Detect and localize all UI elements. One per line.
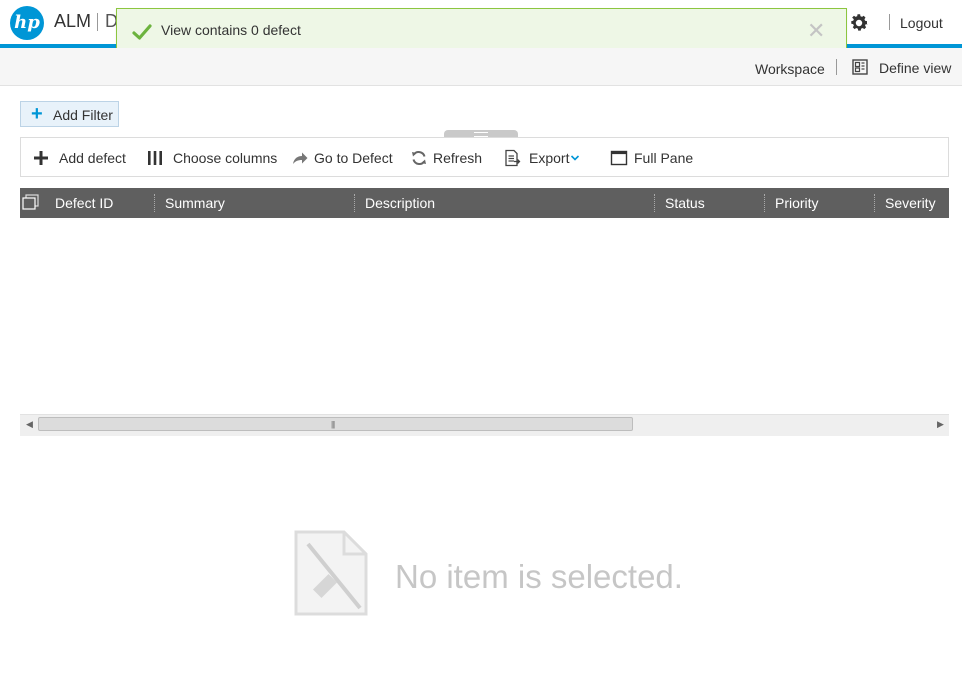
layout-icon[interactable]	[852, 59, 868, 75]
view-bar: Workspace Define view	[0, 48, 962, 86]
forward-arrow-icon[interactable]	[291, 149, 309, 167]
view-bar-separator	[836, 59, 837, 75]
column-header-status[interactable]: Status	[665, 195, 705, 211]
export-document-icon[interactable]	[503, 149, 521, 167]
gear-icon[interactable]	[848, 12, 870, 34]
horizontal-scrollbar[interactable]: ◀ ||| ▶	[20, 414, 949, 436]
add-filter-button[interactable]: + Add Filter	[20, 101, 119, 127]
hp-logo: hp	[10, 6, 44, 40]
toast-message: View contains 0 defect	[161, 22, 301, 38]
logout-separator	[889, 14, 890, 30]
workspace-link[interactable]: Workspace	[755, 61, 825, 77]
no-document-icon	[294, 530, 368, 616]
grip-icon: |||	[331, 420, 335, 429]
add-filter-label: Add Filter	[53, 107, 113, 123]
scroll-right-arrow-icon[interactable]: ▶	[937, 419, 944, 430]
scroll-left-arrow-icon[interactable]: ◀	[26, 419, 33, 430]
empty-detail-message: No item is selected.	[395, 558, 683, 595]
add-defect-button[interactable]: Add defect	[59, 150, 126, 166]
scrollbar-thumb[interactable]: |||	[38, 417, 633, 431]
grid-header: Defect ID Summary Description Status Pri…	[20, 188, 949, 218]
column-header-description[interactable]: Description	[365, 195, 435, 211]
refresh-icon[interactable]	[410, 149, 428, 167]
column-header-summary[interactable]: Summary	[165, 195, 225, 211]
app-name-separator	[97, 13, 98, 31]
select-all-icon[interactable]	[22, 194, 40, 210]
column-header-severity[interactable]: Severity	[885, 195, 936, 211]
plus-icon: +	[31, 103, 43, 125]
app-name: ALM	[54, 11, 92, 31]
column-header-priority[interactable]: Priority	[775, 195, 819, 211]
export-button[interactable]: Export	[529, 150, 569, 166]
column-divider[interactable]	[154, 194, 155, 212]
column-divider[interactable]	[764, 194, 765, 212]
column-divider[interactable]	[654, 194, 655, 212]
go-to-defect-button[interactable]: Go to Defect	[314, 150, 393, 166]
refresh-button[interactable]: Refresh	[433, 150, 482, 166]
logout-link[interactable]: Logout	[900, 15, 943, 31]
chevron-down-icon[interactable]	[570, 153, 580, 163]
full-pane-button[interactable]: Full Pane	[634, 150, 693, 166]
define-view-link[interactable]: Define view	[879, 60, 951, 76]
column-divider[interactable]	[874, 194, 875, 212]
full-pane-icon[interactable]	[610, 149, 628, 167]
column-header-defect-id[interactable]: Defect ID	[55, 195, 113, 211]
plus-icon[interactable]	[32, 149, 50, 167]
grid-toolbar: Add defect Choose columns Go to Defect R…	[20, 137, 949, 177]
checkmark-icon	[132, 24, 152, 40]
choose-columns-button[interactable]: Choose columns	[173, 150, 277, 166]
column-divider[interactable]	[354, 194, 355, 212]
close-icon[interactable]: ✕	[807, 19, 825, 43]
columns-icon[interactable]	[146, 149, 164, 167]
